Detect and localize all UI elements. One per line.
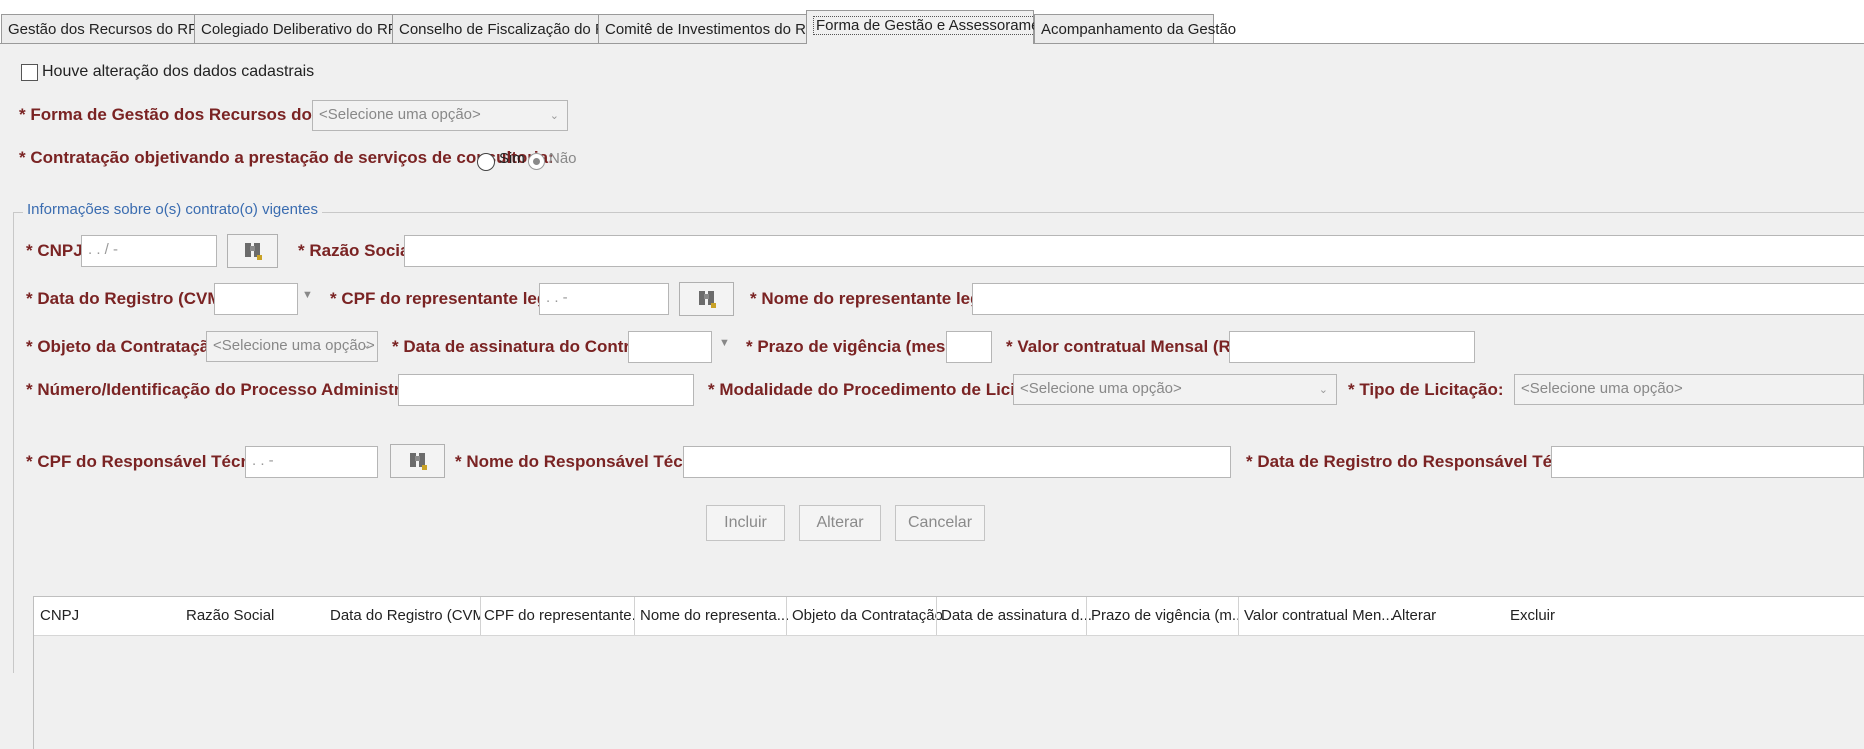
data-assinatura-input[interactable] bbox=[628, 331, 712, 363]
cnpj-search-button[interactable] bbox=[227, 234, 278, 268]
razao-social-label: * Razão Social: bbox=[298, 241, 420, 260]
tab-colegiado-deliberativo[interactable]: Colegiado Deliberativo do RPPS bbox=[194, 14, 418, 43]
tab-label: Colegiado Deliberativo do RPPS bbox=[201, 21, 418, 38]
prazo-vigencia-label: * Prazo de vigência (meses): bbox=[746, 337, 976, 356]
tab-label: Gestão dos Recursos do RPPS bbox=[8, 21, 219, 38]
column-divider bbox=[634, 597, 635, 635]
tab-acompanhamento-gestao[interactable]: Acompanhamento da Gestão bbox=[1034, 14, 1236, 43]
razao-social-input[interactable] bbox=[404, 235, 1864, 267]
contracts-table[interactable]: CNPJ Razão Social Data do Registro (CVM)… bbox=[33, 596, 1864, 749]
column-header-razao-social[interactable]: Razão Social bbox=[186, 607, 326, 624]
tab-label: Comitê de Investimentos do RPPS bbox=[605, 21, 836, 38]
column-divider bbox=[786, 597, 787, 635]
cpf-representante-search-button[interactable] bbox=[679, 282, 734, 316]
column-header-excluir[interactable]: Excluir bbox=[1510, 607, 1620, 624]
tipo-licitacao-value: <Selecione uma opção> bbox=[1521, 380, 1683, 397]
incluir-button[interactable]: Incluir bbox=[706, 505, 785, 541]
column-header-valor-contratual[interactable]: Valor contratual Men... bbox=[1244, 607, 1394, 624]
modalidade-select[interactable]: <Selecione uma opção> ⌄ bbox=[1013, 374, 1337, 405]
tipo-licitacao-label: * Tipo de Licitação: bbox=[1348, 380, 1504, 399]
objeto-contratacao-label: * Objeto da Contratação: bbox=[26, 337, 226, 356]
alterar-button[interactable]: Alterar bbox=[799, 505, 881, 541]
change-checkbox-label: Houve alteração dos dados cadastrais bbox=[42, 63, 315, 80]
column-header-prazo-vigencia[interactable]: Prazo de vigência (m... bbox=[1091, 607, 1241, 624]
column-header-cpf-representante[interactable]: CPF do representante... bbox=[484, 607, 634, 624]
table-header: CNPJ Razão Social Data do Registro (CVM)… bbox=[34, 597, 1864, 636]
radio-sim-label: Sim bbox=[499, 150, 525, 167]
column-header-objeto-contratacao[interactable]: Objeto da Contratação bbox=[792, 607, 942, 624]
valor-contratual-label: * Valor contratual Mensal (R$): bbox=[1006, 337, 1252, 356]
modalidade-label: * Modalidade do Procedimento de Licitaçã… bbox=[708, 380, 1066, 399]
data-registro-responsavel-input[interactable] bbox=[1551, 446, 1864, 478]
binoculars-icon bbox=[698, 291, 716, 308]
tab-label: Acompanhamento da Gestão bbox=[1041, 21, 1237, 38]
data-registro-responsavel-label: * Data de Registro do Responsável Técnic… bbox=[1246, 452, 1603, 471]
cpf-responsavel-label: * CPF do Responsável Técnico: bbox=[26, 452, 282, 471]
cpf-responsavel-search-button[interactable] bbox=[390, 444, 445, 478]
data-registro-input[interactable] bbox=[214, 283, 298, 315]
numero-processo-input[interactable] bbox=[398, 374, 694, 406]
objeto-contratacao-value: <Selecione uma opção> bbox=[213, 337, 375, 354]
data-registro-label: * Data do Registro (CVM): bbox=[26, 289, 233, 308]
chevron-down-icon: ⌄ bbox=[362, 339, 372, 351]
cnpj-label: * CNPJ: bbox=[26, 241, 89, 260]
nome-responsavel-input[interactable] bbox=[683, 446, 1231, 478]
column-header-alterar[interactable]: Alterar bbox=[1392, 607, 1502, 624]
column-header-data-registro[interactable]: Data do Registro (CVM) bbox=[330, 607, 480, 624]
prazo-vigencia-input[interactable] bbox=[946, 331, 992, 363]
radio-selected-dot bbox=[533, 158, 540, 165]
valor-contratual-input[interactable] bbox=[1229, 331, 1475, 363]
forma-gestao-value: <Selecione uma opção> bbox=[319, 106, 481, 123]
nome-representante-label: * Nome do representante legal: bbox=[750, 289, 1001, 308]
cpf-responsavel-input[interactable]: . . - bbox=[245, 446, 378, 478]
tipo-licitacao-select[interactable]: <Selecione uma opção> bbox=[1514, 374, 1864, 405]
radio-sim[interactable] bbox=[477, 153, 495, 171]
objeto-contratacao-select[interactable]: <Selecione uma opção> bbox=[206, 331, 378, 362]
column-header-nome-representante[interactable]: Nome do representa... bbox=[640, 607, 790, 624]
change-checkbox[interactable] bbox=[21, 64, 38, 81]
column-divider bbox=[936, 597, 937, 635]
chevron-down-icon: ⌄ bbox=[549, 110, 559, 122]
nome-representante-input[interactable] bbox=[972, 283, 1864, 315]
cpf-representante-label: * CPF do representante legal: bbox=[330, 289, 568, 308]
cnpj-input[interactable]: . . / - bbox=[81, 235, 217, 267]
cpf-representante-input[interactable]: . . - bbox=[539, 283, 669, 315]
forma-gestao-select[interactable]: <Selecione uma opção> ⌄ bbox=[312, 100, 568, 131]
date-dropdown-icon[interactable]: ▼ bbox=[719, 337, 730, 349]
radio-nao-label: Não bbox=[549, 150, 577, 167]
tab-gestao-recursos[interactable]: Gestão dos Recursos do RPPS bbox=[1, 14, 218, 43]
column-divider bbox=[1238, 597, 1239, 635]
modalidade-value: <Selecione uma opção> bbox=[1020, 380, 1182, 397]
cancelar-button[interactable]: Cancelar bbox=[895, 505, 985, 541]
tab-comite-investimentos[interactable]: Comitê de Investimentos do RPPS bbox=[598, 14, 836, 43]
consultoria-label: * Contratação objetivando a prestação de… bbox=[19, 148, 554, 167]
column-divider bbox=[480, 597, 481, 635]
date-dropdown-icon[interactable]: ▼ bbox=[302, 289, 313, 301]
binoculars-icon bbox=[409, 453, 427, 470]
tab-label: Forma de Gestão e Assessoramento bbox=[813, 16, 1064, 35]
tab-conselho-fiscalizacao[interactable]: Conselho de Fiscalização do RPPS bbox=[392, 14, 636, 43]
binoculars-icon bbox=[244, 243, 262, 260]
chevron-down-icon: ⌄ bbox=[1318, 384, 1328, 396]
contracts-group-title: Informações sobre o(s) contrato(o) vigen… bbox=[23, 201, 322, 218]
tab-forma-gestao[interactable]: Forma de Gestão e Assessoramento bbox=[806, 10, 1064, 44]
numero-processo-label: * Número/Identificação do Processo Admin… bbox=[26, 380, 446, 399]
radio-nao[interactable] bbox=[528, 153, 545, 170]
column-header-cnpj[interactable]: CNPJ bbox=[40, 607, 170, 624]
data-assinatura-label: * Data de assinatura do Contrato: bbox=[392, 337, 662, 356]
column-divider bbox=[1086, 597, 1087, 635]
column-header-data-assinatura[interactable]: Data de assinatura d... bbox=[941, 607, 1091, 624]
